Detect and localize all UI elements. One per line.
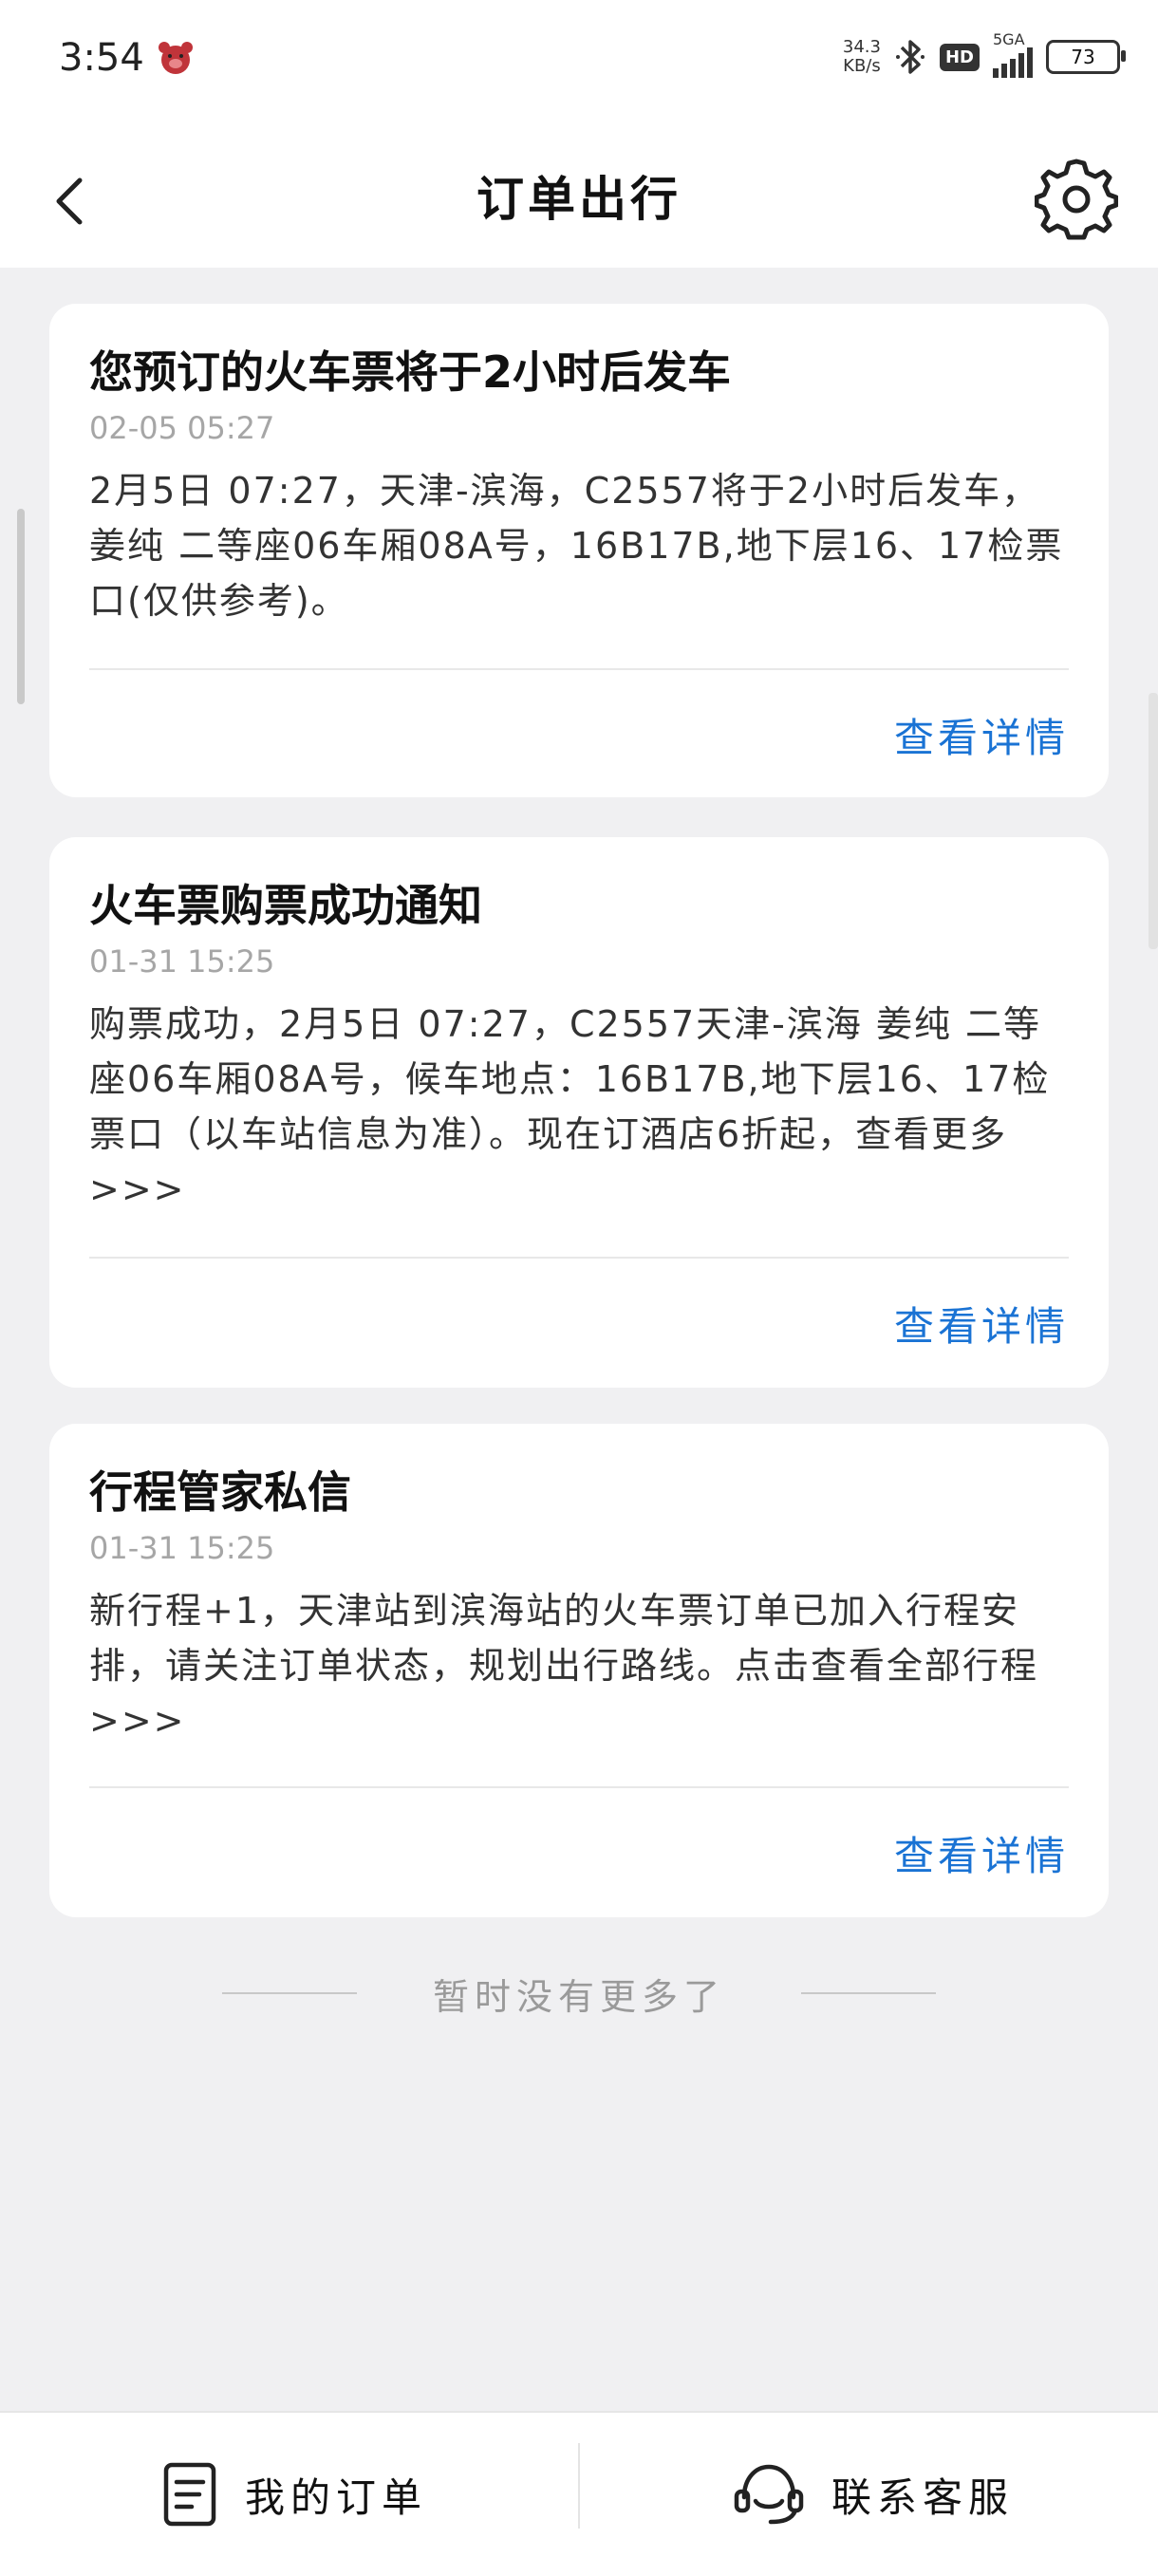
- document-icon: [163, 2462, 216, 2527]
- card-title: 火车票购票成功通知: [89, 880, 482, 931]
- status-bar: 3:54 34.3 KB/s HD 5GA 73: [0, 0, 1158, 133]
- card-divider: [89, 1257, 1069, 1259]
- contact-support-button[interactable]: 联系客服: [733, 2413, 1014, 2576]
- hd-badge: HD: [939, 43, 980, 71]
- my-orders-button[interactable]: 我的订单: [161, 2413, 427, 2576]
- card-time: 01-31 15:25: [89, 1530, 275, 1566]
- divider-line: [801, 1992, 936, 1994]
- card-divider: [89, 668, 1069, 670]
- card-body: 新行程+1，天津站到滨海站的火车票订单已加入行程安排，请关注订单状态，规划出行路…: [89, 1590, 1039, 1742]
- card-time: 02-05 05:27: [89, 410, 275, 446]
- gear-icon: [1035, 159, 1118, 240]
- view-details-link[interactable]: 查看详情: [894, 706, 1069, 764]
- message-card: 行程管家私信 01-31 15:25 新行程+1，天津站到滨海站的火车票订单已加…: [49, 1424, 1109, 1917]
- no-more-text: 暂时没有更多了: [432, 1975, 725, 2018]
- card-time: 01-31 15:25: [89, 943, 275, 980]
- battery-icon: 73: [1046, 40, 1126, 74]
- bottom-divider: [578, 2443, 580, 2529]
- view-details-link[interactable]: 查看详情: [894, 1295, 1069, 1353]
- app-header: 订单出行: [0, 133, 1158, 268]
- contact-support-label: 联系客服: [831, 2473, 1015, 2521]
- end-of-list: 暂时没有更多了: [0, 1965, 1158, 2022]
- card-title: 行程管家私信: [89, 1466, 351, 1518]
- card-divider: [89, 1786, 1069, 1788]
- view-details-link[interactable]: 查看详情: [894, 1824, 1069, 1882]
- scrollbar[interactable]: [1149, 693, 1158, 949]
- net-speed: 34.3 KB/s: [842, 37, 881, 76]
- bottom-bar: 我的订单 联系客服: [0, 2411, 1158, 2576]
- message-card: 您预订的火车票将于2小时后发车 02-05 05:27 2月5日 07:27，天…: [49, 304, 1109, 797]
- settings-button[interactable]: [1035, 158, 1118, 241]
- divider-line: [221, 1992, 357, 1994]
- bluetooth-icon: [895, 40, 925, 74]
- message-card: 火车票购票成功通知 01-31 15:25 购票成功，2月5日 07:27，C2…: [49, 837, 1109, 1388]
- scroll-indicator: [17, 509, 25, 704]
- page-title: 订单出行: [476, 172, 682, 227]
- card-body: 2月5日 07:27，天津-滨海，C2557将于2小时后发车，姜纯 二等座06车…: [89, 470, 1064, 622]
- my-orders-label: 我的订单: [245, 2473, 428, 2521]
- signal-bars-icon: [993, 46, 1033, 78]
- card-body: 购票成功，2月5日 07:27，C2557天津-滨海 姜纯 二等座06车厢08A…: [89, 1003, 1051, 1210]
- headset-icon: [734, 2464, 804, 2525]
- pig-notification-icon: [159, 42, 193, 74]
- card-title: 您预订的火车票将于2小时后发车: [89, 346, 732, 398]
- signal-indicator: 5GA: [993, 30, 1033, 78]
- status-time: 3:54: [59, 36, 144, 80]
